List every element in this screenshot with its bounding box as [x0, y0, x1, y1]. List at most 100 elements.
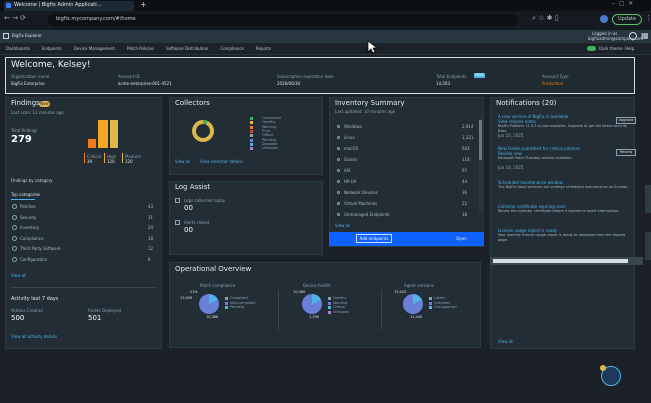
operational-legend-label: Pending [230, 305, 244, 309]
inventory-row-label[interactable]: Windows [344, 124, 362, 129]
inventory-row-value: 2,914 [462, 124, 474, 129]
findings-list-label[interactable]: Compliance [20, 236, 44, 241]
findings-list-label[interactable]: Configuration [20, 257, 47, 262]
notification-dot-icon [600, 365, 606, 371]
nav-item-software-distribution[interactable]: Software Distribution [166, 46, 208, 51]
inventory-row-label[interactable]: Solaris [344, 157, 357, 162]
new-tab-button[interactable]: + [140, 0, 147, 9]
collectors-view-all[interactable]: View all [175, 159, 190, 164]
operational-legend-swatch [429, 301, 432, 305]
findings-list-label[interactable]: Security [20, 215, 36, 220]
nav-item-reports[interactable]: Reports [256, 46, 271, 51]
theme-toggle-label: Dark theme [599, 46, 623, 51]
findings-total: 279 [11, 134, 32, 145]
app-menu-icon[interactable] [3, 33, 9, 39]
operational-legend-swatch [429, 297, 432, 300]
inventory-row-label[interactable]: macOS [344, 146, 358, 151]
nav-item-compliance[interactable]: Compliance [220, 46, 244, 51]
side-tab-2[interactable] [645, 232, 651, 260]
operational-value-bottom: 11,445 [410, 315, 423, 319]
activity-title: Activity last 7 days [11, 296, 59, 302]
apps-grid-icon[interactable]: ▦ [641, 31, 649, 40]
add-endpoints-button[interactable]: Add endpoints [356, 234, 392, 243]
inventory-row-value: 36 [462, 190, 468, 195]
findings-list-label[interactable]: Third Party Software [20, 246, 61, 251]
inventory-row-label[interactable]: Network Devices [344, 190, 378, 195]
inventory-row-label[interactable]: Linux [344, 135, 355, 140]
inventory-view-all[interactable]: View all [335, 223, 350, 228]
window-controls[interactable]: – ▢ ✕ [612, 0, 633, 7]
open-link[interactable]: Open [456, 236, 467, 241]
findings-legend-value: 39 [87, 159, 93, 164]
collectors-title: Collectors [175, 99, 210, 107]
log-row-icon [175, 198, 180, 203]
user-icon[interactable] [629, 32, 637, 40]
log-row-value: 00 [184, 226, 193, 234]
inventory-row-value: 118 [462, 157, 470, 162]
findings-bar-critical [88, 138, 96, 148]
nav-item-dashboards[interactable]: Dashboards [6, 46, 30, 51]
inventory-row-label[interactable]: Virtual Machines [344, 201, 377, 206]
theme-toggle[interactable] [587, 46, 596, 51]
welcome-field-value: 14,503 [436, 81, 450, 86]
inventory-row-icon [337, 147, 340, 150]
log-assist-panel [169, 181, 323, 255]
inventory-row-label[interactable]: AIX [344, 168, 351, 173]
inventory-row-icon [337, 213, 340, 216]
nav-item-device-management[interactable]: Device Management [74, 46, 115, 51]
profile-avatar[interactable] [600, 15, 608, 23]
operational-legend-swatch [429, 306, 432, 309]
inventory-row-value: 1,221 [462, 135, 474, 140]
operational-chart-title: Patch compliance [200, 283, 236, 288]
side-tab-1[interactable] [645, 185, 651, 213]
welcome-field-label: Subscription expiration date [277, 74, 334, 79]
browser-tab-title: Welcome | Bigfix Admin Applicati... [14, 2, 102, 8]
findings-list-value: 18 [148, 235, 154, 241]
findings-section-label: Findings by category [11, 178, 53, 183]
welcome-new-badge: NEW [474, 73, 485, 78]
notification-time: Jun 18, 2025 [498, 165, 524, 170]
favicon-icon [6, 3, 11, 8]
inventory-scroll-thumb[interactable] [479, 120, 482, 160]
inventory-row-label[interactable]: HP-UX [344, 179, 356, 184]
inventory-row-label[interactable]: Unmanaged Endpoints [344, 212, 390, 217]
operational-legend-label: Healthy [333, 296, 347, 300]
notification-action-button[interactable]: Review [616, 149, 636, 156]
operational-legend-swatch [328, 306, 331, 309]
notifications-hscroll-thumb[interactable] [493, 259, 628, 263]
welcome-field-value: acme-enterprise-001-4521 [118, 81, 172, 86]
findings-list-label[interactable]: Inventory [20, 225, 39, 230]
extensions-icon[interactable]: ⌕ ☆ ✱ ▯ [532, 14, 559, 23]
list-item-icon [12, 225, 17, 230]
findings-legend-swatch [122, 153, 123, 163]
operational-legend-label: Outdated [434, 300, 451, 305]
update-button[interactable]: Update [612, 14, 642, 25]
findings-list-value: 24 [148, 225, 154, 230]
collectors-view-details[interactable]: View collector details [200, 159, 243, 164]
notification-body: Your monthly license usage report is rea… [498, 233, 626, 242]
inventory-title: Inventory Summary [335, 99, 405, 107]
operational-legend-label: Unsupported [434, 305, 457, 309]
findings-list-label[interactable]: Patches [20, 204, 36, 209]
operational-value-top: 21% [190, 290, 198, 294]
collectors-legend-label: Unknown [262, 146, 279, 151]
findings-view-all[interactable]: View all [11, 273, 26, 278]
findings-total-label: Total findings [11, 128, 38, 133]
notification-action-button[interactable]: Upgrade [616, 117, 636, 124]
app-title: BigFix Explorer [12, 33, 42, 38]
activity-view-details[interactable]: View all activity details [11, 334, 57, 339]
help-link[interactable]: Help [625, 46, 634, 51]
operational-divider [278, 290, 279, 330]
operational-pie [199, 294, 219, 314]
log-row-icon [175, 220, 180, 225]
notifications-view-all[interactable]: View all [498, 339, 513, 344]
nav-item-endpoints[interactable]: Endpoints [42, 46, 62, 51]
nav-item-patch-policies[interactable]: Patch Policies [127, 46, 154, 51]
findings-list-value: 8 [148, 256, 151, 262]
findings-tab-underline [11, 199, 35, 200]
findings-legend-value: 120 [107, 159, 115, 164]
activity-value: 501 [88, 314, 102, 322]
nav-arrows-icon[interactable]: ← → ⟳ [4, 14, 26, 22]
findings-new-badge: New [39, 101, 50, 107]
menu-icon[interactable]: ⋮ [645, 14, 651, 22]
